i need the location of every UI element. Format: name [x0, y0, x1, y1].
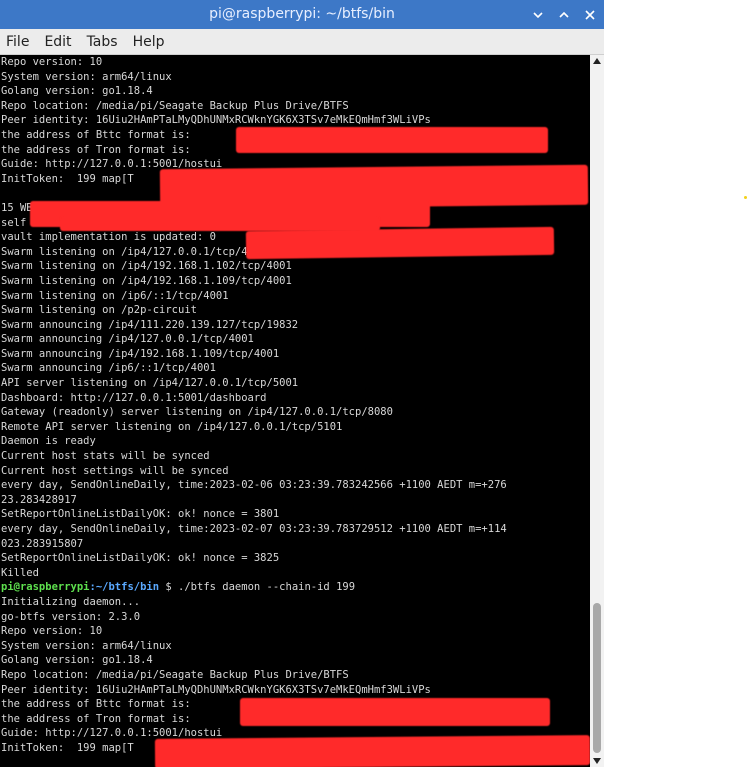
terminal-text: Repo version: 10 System version: arm64/li… [0, 55, 590, 756]
terminal-line: Swarm listening on /ip6/::1/tcp/4001 [1, 289, 229, 302]
terminal-line: 023.283915807 [1, 537, 84, 550]
terminal-line: Peer identity: 16Uiu2HAmPTaLMyQDhUNMxRCW… [1, 114, 431, 127]
redaction-mark [245, 226, 555, 260]
terminal-line: Killed [1, 566, 39, 579]
minimize-icon[interactable] [532, 9, 544, 21]
window-title: pi@raspberrypi: ~/btfs/bin [209, 6, 395, 22]
menu-bar: File Edit Tabs Help [0, 29, 604, 55]
menu-tabs[interactable]: Tabs [87, 34, 118, 50]
terminal-line: Repo location: /media/pi/Seagate Backup … [1, 668, 349, 681]
title-bar[interactable]: pi@raspberrypi: ~/btfs/bin [0, 0, 604, 29]
menu-file[interactable]: File [6, 34, 29, 50]
redaction-mark [236, 127, 548, 153]
prompt-path: ~/btfs/bin [95, 581, 160, 594]
close-icon[interactable] [584, 9, 596, 21]
terminal-line: every day, SendOnlineDaily, time:2023-02… [1, 479, 507, 492]
terminal-output[interactable]: Repo version: 10 System version: arm64/li… [0, 55, 590, 767]
terminal-line: SetReportOnlineListDailyOK: ok! nonce = … [1, 552, 280, 565]
terminal-line: Peer identity: 16Uiu2HAmPTaLMyQDhUNMxRCW… [1, 683, 431, 696]
shell-prompt-line: pi@raspberrypi:~/btfs/bin $ ./btfs daemo… [1, 580, 590, 595]
prompt-user: pi@raspberrypi [1, 581, 90, 594]
prompt-command: ./btfs daemon --chain-id 199 [178, 581, 356, 594]
terminal-line: Swarm listening on /p2p-circuit [1, 304, 197, 317]
menu-edit[interactable]: Edit [44, 34, 71, 50]
maximize-icon[interactable] [558, 9, 570, 21]
terminal-line: Swarm listening on /ip4/192.168.1.109/tc… [1, 274, 292, 287]
terminal-line: Golang version: go1.18.4 [1, 654, 153, 667]
terminal-line: System version: arm64/linux [1, 639, 172, 652]
redaction-mark [240, 698, 550, 726]
terminal-line: Swarm announcing /ip4/192.168.1.109/tcp/… [1, 347, 280, 360]
terminal-line: System version: arm64/linux [1, 70, 172, 83]
terminal-line: Remote API server listening on /ip4/127.… [1, 420, 343, 433]
terminal-line: Daemon is ready [1, 435, 96, 448]
terminal-line: 23.283428917 [1, 493, 77, 506]
menu-help[interactable]: Help [133, 34, 165, 50]
terminal-scrollbar[interactable] [590, 55, 604, 767]
terminal-line: Current host stats will be synced [1, 450, 210, 463]
terminal-line: Repo location: /media/pi/Seagate Backup … [1, 99, 349, 112]
terminal-line: API server listening on /ip4/127.0.0.1/t… [1, 377, 299, 390]
terminal-line: Repo version: 10 [1, 625, 103, 638]
terminal-line: Swarm announcing /ip4/111.220.139.127/tc… [1, 318, 299, 331]
terminal-line: Golang version: go1.18.4 [1, 85, 153, 98]
desktop-dot [744, 196, 747, 199]
terminal-line: Swarm announcing /ip4/127.0.0.1/tcp/4001 [1, 333, 254, 346]
terminal-line: Initializing daemon... [1, 595, 141, 608]
terminal-line: Dashboard: http://127.0.0.1:5001/dashboa… [1, 391, 267, 404]
terminal-line: SetReportOnlineListDailyOK: ok! nonce = … [1, 508, 280, 521]
terminal-line: Repo version: 10 [1, 56, 103, 68]
terminal-line: Swarm listening on /ip4/192.168.1.102/tc… [1, 260, 292, 273]
redaction-mark [154, 735, 590, 767]
scroll-down-arrow-icon[interactable] [590, 755, 604, 767]
window-controls [532, 0, 596, 29]
terminal-line: Swarm announcing /ip6/::1/tcp/4001 [1, 362, 216, 375]
prompt-dollar: $ [159, 581, 179, 594]
redaction-mark [60, 217, 380, 231]
terminal-line: every day, SendOnlineDaily, time:2023-02… [1, 523, 507, 535]
scrollbar-thumb[interactable] [593, 603, 601, 753]
scroll-up-arrow-icon[interactable] [590, 55, 604, 67]
terminal-line: Current host settings will be synced [1, 464, 229, 477]
terminal-line: Gateway (readonly) server listening on /… [1, 406, 393, 419]
terminal-line: go-btfs version: 2.3.0 [1, 610, 141, 623]
